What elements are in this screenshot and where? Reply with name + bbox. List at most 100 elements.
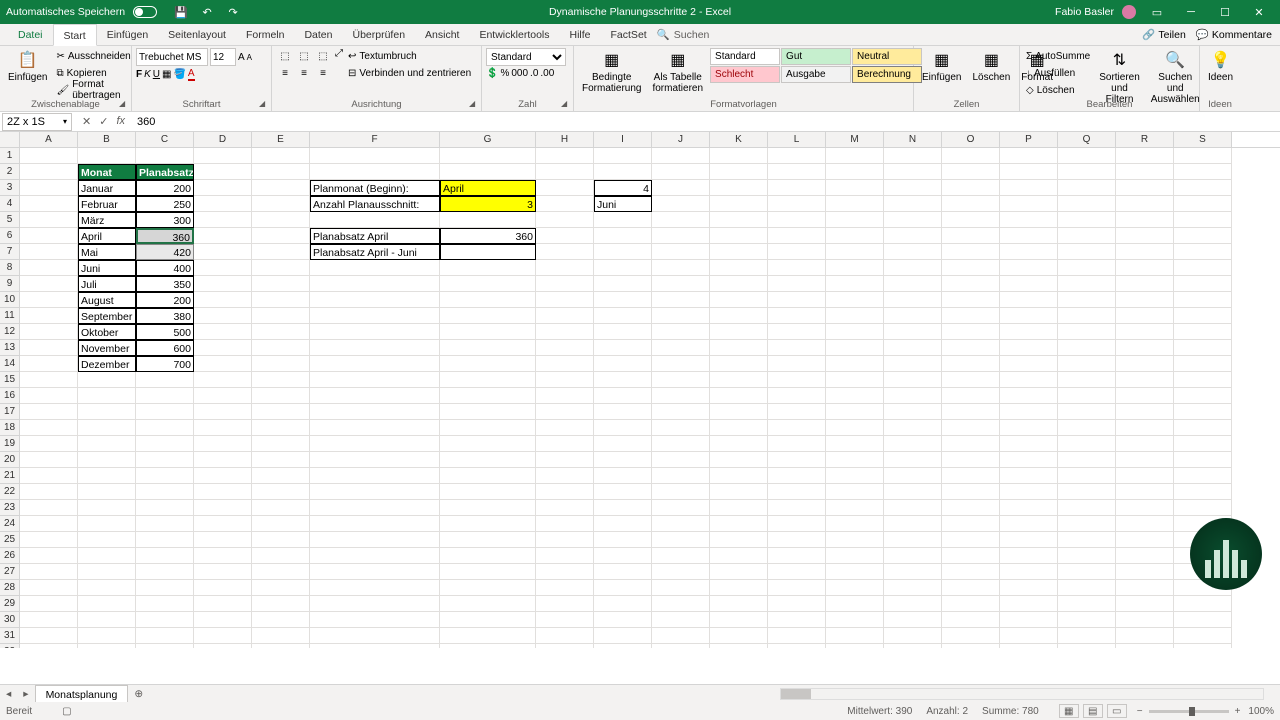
cell[interactable] (1000, 260, 1058, 276)
cell[interactable] (1058, 228, 1116, 244)
cell[interactable] (1000, 228, 1058, 244)
select-all-triangle[interactable] (0, 132, 20, 147)
row-header[interactable]: 29 (0, 596, 20, 612)
undo-icon[interactable]: ↶ (199, 4, 215, 20)
clipboard-launcher[interactable]: ◢ (119, 99, 129, 109)
cell[interactable] (710, 244, 768, 260)
cell[interactable] (194, 404, 252, 420)
cell[interactable] (310, 164, 440, 180)
cell[interactable] (884, 644, 942, 648)
cell[interactable]: 420 (136, 244, 194, 260)
cell[interactable] (942, 404, 1000, 420)
cell[interactable] (1116, 196, 1174, 212)
cell[interactable] (20, 324, 78, 340)
cell[interactable] (1058, 372, 1116, 388)
cell[interactable] (20, 596, 78, 612)
cell[interactable] (594, 500, 652, 516)
cell[interactable] (826, 644, 884, 648)
cell[interactable] (884, 580, 942, 596)
cell[interactable] (310, 564, 440, 580)
cell[interactable] (252, 436, 310, 452)
cell[interactable] (652, 180, 710, 196)
cell[interactable] (20, 164, 78, 180)
row-header[interactable]: 18 (0, 420, 20, 436)
row-header[interactable]: 12 (0, 324, 20, 340)
cell[interactable] (536, 420, 594, 436)
spreadsheet-grid[interactable]: A B C D E F G H I J K L M N O P Q R S 12… (0, 132, 1280, 648)
cell[interactable] (710, 340, 768, 356)
cell[interactable] (826, 420, 884, 436)
cell[interactable] (710, 180, 768, 196)
cell[interactable] (652, 564, 710, 580)
cell[interactable] (252, 580, 310, 596)
cell[interactable] (884, 340, 942, 356)
cell[interactable] (594, 596, 652, 612)
decrease-decimal-icon[interactable]: .00 (540, 68, 554, 79)
cell[interactable] (826, 276, 884, 292)
increase-font-icon[interactable]: A (238, 52, 245, 63)
row-header[interactable]: 3 (0, 180, 20, 196)
cell[interactable]: Planmonat (Beginn): (310, 180, 440, 196)
cell[interactable] (20, 404, 78, 420)
cell[interactable] (1174, 644, 1232, 648)
cell[interactable] (20, 388, 78, 404)
cell[interactable] (1000, 196, 1058, 212)
cell[interactable] (652, 164, 710, 180)
cell[interactable] (310, 596, 440, 612)
cell[interactable] (1058, 356, 1116, 372)
row-header[interactable]: 21 (0, 468, 20, 484)
cell[interactable] (78, 596, 136, 612)
cell[interactable] (1174, 628, 1232, 644)
cell[interactable] (440, 436, 536, 452)
cell[interactable] (1058, 564, 1116, 580)
cell[interactable] (652, 452, 710, 468)
cell[interactable]: Monat (78, 164, 136, 180)
cell[interactable] (1174, 276, 1232, 292)
cell[interactable] (252, 516, 310, 532)
cell[interactable] (136, 596, 194, 612)
cell[interactable] (440, 564, 536, 580)
cell[interactable] (136, 500, 194, 516)
cell[interactable] (252, 276, 310, 292)
cell[interactable] (536, 532, 594, 548)
cell[interactable] (20, 420, 78, 436)
cell[interactable] (768, 644, 826, 648)
cell[interactable] (194, 180, 252, 196)
row-header[interactable]: 10 (0, 292, 20, 308)
cell[interactable] (536, 212, 594, 228)
macro-record-icon[interactable]: ▢ (62, 706, 71, 717)
cell[interactable] (252, 244, 310, 260)
cell[interactable] (440, 484, 536, 500)
cell[interactable] (942, 180, 1000, 196)
cell[interactable] (536, 308, 594, 324)
cell[interactable] (884, 500, 942, 516)
cell[interactable]: 360 (136, 228, 194, 244)
cell[interactable] (942, 356, 1000, 372)
cell[interactable] (942, 628, 1000, 644)
cell[interactable] (594, 340, 652, 356)
cell[interactable] (884, 276, 942, 292)
comma-icon[interactable]: 000 (511, 68, 528, 79)
cell[interactable] (310, 212, 440, 228)
row-header[interactable]: 31 (0, 628, 20, 644)
cell[interactable] (768, 164, 826, 180)
cell[interactable] (652, 420, 710, 436)
cell[interactable] (252, 164, 310, 180)
cell[interactable] (252, 292, 310, 308)
cell[interactable] (884, 196, 942, 212)
cell[interactable] (310, 148, 440, 164)
cell[interactable] (594, 644, 652, 648)
cell[interactable] (594, 580, 652, 596)
cell[interactable]: Oktober (78, 324, 136, 340)
row-header[interactable]: 9 (0, 276, 20, 292)
cell[interactable] (1000, 372, 1058, 388)
cut-button[interactable]: ✂Ausschneiden (54, 48, 132, 64)
tab-start[interactable]: Start (53, 24, 97, 46)
formula-input[interactable]: 360 (133, 116, 1280, 128)
cell[interactable] (1000, 484, 1058, 500)
cell[interactable] (652, 628, 710, 644)
bold-button[interactable]: F (136, 69, 142, 80)
cell[interactable] (310, 484, 440, 500)
zoom-out-button[interactable]: − (1137, 706, 1143, 717)
cell[interactable]: 360 (440, 228, 536, 244)
